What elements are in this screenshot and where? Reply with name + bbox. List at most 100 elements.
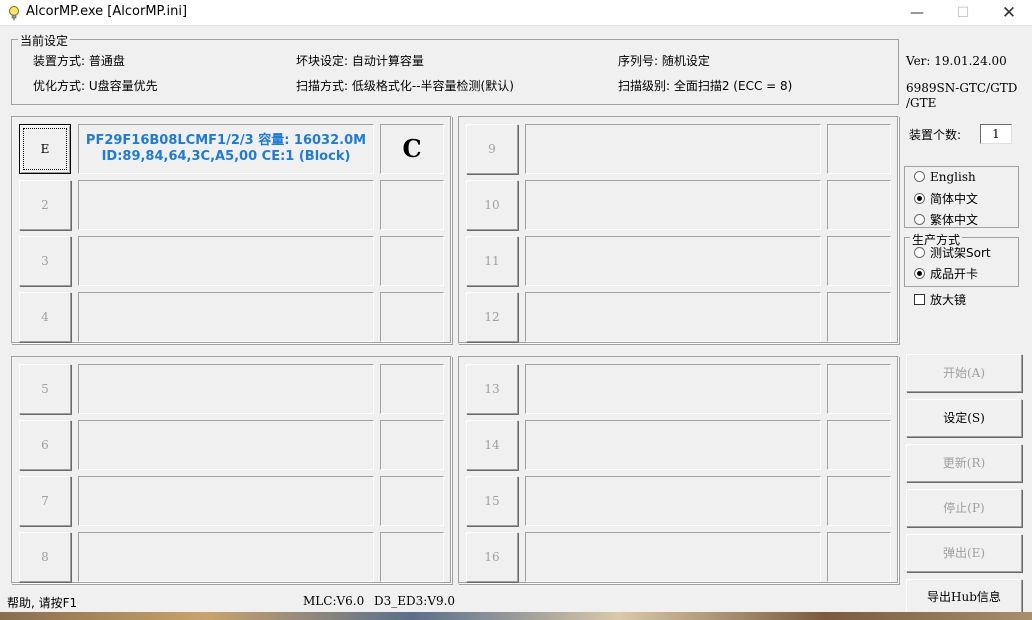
- export-hub-button[interactable]: 导出Hub信息: [906, 579, 1022, 615]
- device-mode-setting: 装置方式: 普通盘: [33, 54, 125, 68]
- update-button[interactable]: 更新(R): [906, 444, 1022, 482]
- version-label: Ver: 19.01.24.00: [906, 54, 1007, 68]
- port-info-cell-10: [525, 180, 821, 230]
- port-button-15[interactable]: 15: [466, 476, 518, 526]
- language-traditional-label: 繁体中文: [930, 213, 979, 227]
- port-status-cell-6: [380, 420, 444, 470]
- desktop-background-strip: [0, 612, 1032, 620]
- port-status-cell-7: [380, 476, 444, 526]
- current-settings-group: [11, 39, 899, 105]
- flash-id-ce: ID:89,84,64,3C,A5,00 CE:1 (Block): [101, 149, 351, 164]
- port-button-label: 16: [484, 550, 500, 564]
- chip-model-label-cont: /GTE: [906, 96, 937, 110]
- scan-level-setting: 扫描级别: 全面扫描2 (ECC = 8): [618, 79, 793, 93]
- maximize-button[interactable]: ☐: [940, 0, 986, 26]
- radio-circle-icon: [914, 247, 925, 258]
- alcormp-window: AlcorMP.exe [AlcorMP.ini] — ☐ ✕ 当前设定 装置方…: [0, 0, 1032, 620]
- port-button-8[interactable]: 8: [19, 532, 71, 582]
- port-button-label: 4: [41, 310, 49, 324]
- eject-button[interactable]: 弹出(E): [906, 534, 1022, 572]
- port-status-cell-4: [380, 292, 444, 342]
- port-button-label: 15: [484, 494, 500, 508]
- current-settings-legend: 当前设定: [18, 32, 71, 49]
- flash-model-capacity: PF29F16B08LCMF1/2/3 容量: 16032.0M: [85, 133, 367, 148]
- window-title: AlcorMP.exe [AlcorMP.ini]: [26, 4, 188, 19]
- close-button[interactable]: ✕: [986, 0, 1032, 26]
- port-button-label: 3: [41, 254, 49, 268]
- port-status-cell-3: [380, 236, 444, 286]
- port-info-cell-5: [78, 364, 374, 414]
- port-button-label: 10: [484, 198, 500, 212]
- port-status-cell-13: [827, 364, 891, 414]
- production-card-label: 成品开卡: [930, 267, 979, 281]
- port-info-cell-16: [525, 532, 821, 582]
- help-status: 帮助, 请按F1: [7, 596, 78, 610]
- radio-circle-icon: [914, 214, 925, 225]
- port-button-2[interactable]: 2: [19, 180, 71, 230]
- minimize-button[interactable]: —: [894, 0, 940, 26]
- port-button-label: 7: [41, 494, 49, 508]
- scan-mode-setting: 扫描方式: 低级格式化--半容量检测(默认): [296, 79, 514, 93]
- port-info-cell-8: [78, 532, 374, 582]
- port-info-cell-2: [78, 180, 374, 230]
- mlc-version: MLC:V6.0: [303, 594, 365, 608]
- device-count-field[interactable]: 1: [980, 124, 1012, 144]
- title-bar[interactable]: AlcorMP.exe [AlcorMP.ini] — ☐ ✕: [0, 0, 1032, 26]
- port-button-6[interactable]: 6: [19, 420, 71, 470]
- focus-rect: [23, 128, 67, 170]
- port-button-11[interactable]: 11: [466, 236, 518, 286]
- start-button[interactable]: 开始(A): [906, 354, 1022, 392]
- port-button-10[interactable]: 10: [466, 180, 518, 230]
- radio-selected-icon: [914, 193, 925, 204]
- port-status-cell-8: [380, 532, 444, 582]
- radio-circle-icon: [914, 171, 925, 182]
- chip-model-label: 6989SN-GTC/GTD: [906, 81, 1018, 95]
- settings-button[interactable]: 设定(S): [906, 399, 1022, 437]
- port-button-1[interactable]: E: [19, 124, 71, 174]
- port-status-cell-16: [827, 532, 891, 582]
- port-info-cell-3: [78, 236, 374, 286]
- port-status-cell-2: [380, 180, 444, 230]
- port-button-5[interactable]: 5: [19, 364, 71, 414]
- bad-block-setting: 坏块设定: 自动计算容量: [296, 54, 424, 68]
- port-info-cell-14: [525, 420, 821, 470]
- device-count-label: 装置个数:: [909, 128, 962, 142]
- checkbox-icon: [914, 294, 925, 305]
- flash-info-text: PF29F16B08LCMF1/2/3 容量: 16032.0M ID:89,84…: [79, 133, 373, 165]
- optimize-mode-setting: 优化方式: U盘容量优先: [33, 79, 158, 93]
- port-button-9[interactable]: 9: [466, 124, 518, 174]
- port-info-cell-1: PF29F16B08LCMF1/2/3 容量: 16032.0M ID:89,84…: [78, 124, 374, 174]
- port-info-cell-13: [525, 364, 821, 414]
- port-button-label: 8: [41, 550, 49, 564]
- port-button-14[interactable]: 14: [466, 420, 518, 470]
- production-sort-label: 测试架Sort: [930, 246, 991, 260]
- port-button-label: 12: [484, 310, 500, 324]
- port-button-3[interactable]: 3: [19, 236, 71, 286]
- port-info-cell-4: [78, 292, 374, 342]
- port-button-4[interactable]: 4: [19, 292, 71, 342]
- port-info-cell-7: [78, 476, 374, 526]
- port-button-label: 14: [484, 438, 500, 452]
- port-info-cell-15: [525, 476, 821, 526]
- magnifier-label: 放大镜: [930, 293, 967, 307]
- language-english-label: English: [930, 170, 976, 184]
- port-status-cell-12: [827, 292, 891, 342]
- stop-button[interactable]: 停止(P): [906, 489, 1022, 527]
- serial-setting: 序列号: 随机设定: [618, 54, 710, 68]
- port-info-cell-11: [525, 236, 821, 286]
- port-status-cell-14: [827, 420, 891, 470]
- port-button-12[interactable]: 12: [466, 292, 518, 342]
- port-status-letter: C: [402, 134, 422, 163]
- port-button-label: 11: [484, 254, 500, 268]
- port-status-cell-9: [827, 124, 891, 174]
- port-status-cell-11: [827, 236, 891, 286]
- port-info-cell-12: [525, 292, 821, 342]
- port-button-label: 9: [488, 142, 496, 156]
- radio-selected-icon: [914, 268, 925, 279]
- port-button-16[interactable]: 16: [466, 532, 518, 582]
- port-status-cell-5: [380, 364, 444, 414]
- language-simplified-label: 简体中文: [930, 192, 979, 206]
- port-button-label: 2: [41, 198, 49, 212]
- port-button-13[interactable]: 13: [466, 364, 518, 414]
- port-button-7[interactable]: 7: [19, 476, 71, 526]
